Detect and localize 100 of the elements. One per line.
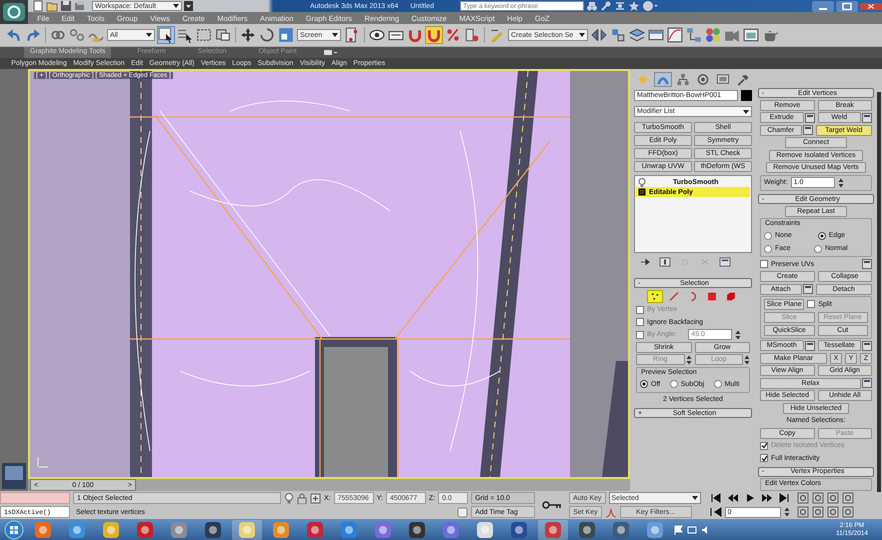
bulb-icon[interactable]	[284, 492, 294, 504]
settings-icon[interactable]	[802, 284, 812, 294]
frame-window-icon[interactable]	[743, 27, 759, 43]
radio-button[interactable]	[818, 232, 826, 240]
radio-button[interactable]	[640, 380, 648, 388]
settings-icon[interactable]	[862, 112, 872, 122]
undo-arrow-icon[interactable]	[6, 27, 22, 43]
settings-icon[interactable]	[804, 112, 814, 122]
redo-arrow-icon[interactable]	[25, 27, 41, 43]
window-crossing-icon[interactable]	[215, 27, 231, 43]
settings-icon[interactable]	[862, 259, 872, 269]
bulb-icon	[638, 178, 646, 186]
time-tag-icon[interactable]	[457, 506, 468, 518]
settings-icon[interactable]	[804, 340, 814, 350]
new-file-icon[interactable]	[32, 0, 44, 12]
move-icon[interactable]	[240, 27, 256, 43]
close-button[interactable]	[860, 0, 882, 12]
zoom-extents-icon[interactable]	[826, 492, 839, 504]
percent-snap-icon[interactable]	[445, 27, 461, 43]
pin-icon[interactable]	[638, 256, 652, 268]
taskbar-app-icon[interactable]	[232, 520, 262, 540]
radio-button[interactable]	[764, 244, 772, 252]
binoculars-icon[interactable]	[586, 0, 598, 12]
schematic-icon[interactable]	[686, 27, 702, 43]
go-to-start-icon[interactable]	[710, 492, 722, 504]
start-button[interactable]	[4, 520, 24, 540]
key-tangent-icon[interactable]	[604, 506, 617, 518]
previous-frame-icon[interactable]	[726, 492, 739, 504]
object-color-swatch[interactable]	[741, 90, 752, 101]
lock-icon[interactable]	[297, 492, 307, 504]
zoom-icon[interactable]	[796, 492, 809, 504]
settings-icon[interactable]	[862, 340, 872, 350]
zoom-all-extents-icon[interactable]	[842, 492, 854, 504]
key-icon[interactable]	[542, 500, 562, 510]
scale-icon[interactable]	[278, 27, 294, 43]
save-icon[interactable]	[60, 0, 72, 12]
curve-editor-icon[interactable]	[667, 27, 683, 43]
viewport-layout-icon[interactable]	[2, 463, 26, 489]
settings-icon[interactable]	[862, 378, 872, 388]
material-editor-icon[interactable]	[705, 27, 721, 43]
tray-flag-icon[interactable]	[674, 525, 683, 535]
angle-snap-icon[interactable]	[426, 27, 442, 43]
taskbar-app-icon[interactable]	[538, 520, 568, 540]
radio-button[interactable]	[814, 244, 822, 252]
checkbox[interactable]	[760, 260, 768, 268]
next-frame-icon[interactable]	[760, 492, 773, 504]
select-by-name-icon[interactable]	[177, 27, 193, 43]
rotate-icon[interactable]	[259, 27, 275, 43]
field-of-view-icon[interactable]	[796, 506, 809, 518]
modify-arc-icon[interactable]	[654, 72, 672, 87]
go-to-end-icon[interactable]	[778, 492, 790, 504]
transform-mode-icon[interactable]	[310, 492, 321, 504]
app-logo-icon[interactable]	[0, 0, 28, 24]
caret-icon	[743, 110, 749, 114]
align-icon[interactable]	[610, 27, 626, 43]
listener-input-field[interactable]	[0, 492, 70, 504]
radio-button[interactable]	[764, 232, 772, 240]
caret-icon	[332, 33, 338, 37]
checkbox[interactable]	[807, 300, 816, 308]
end-result-icon[interactable]	[658, 256, 672, 268]
spinner-arrows-icon[interactable]	[838, 178, 844, 188]
pan-hand-icon[interactable]	[812, 506, 824, 518]
select-arrow-icon[interactable]	[158, 27, 174, 43]
selection-rectangle-icon[interactable]	[196, 27, 212, 43]
hold-icon[interactable]	[74, 0, 86, 12]
spinner-snap-icon[interactable]	[464, 27, 480, 43]
spinner-arrows-icon[interactable]	[686, 354, 692, 364]
caret-icon	[692, 496, 698, 500]
wrench-icon[interactable]	[600, 0, 612, 12]
pivot-icon[interactable]	[344, 27, 360, 43]
star-icon[interactable]	[628, 0, 640, 12]
maximize-button[interactable]	[836, 0, 858, 12]
network-icon[interactable]	[687, 525, 697, 535]
spinner-arrows-icon[interactable]	[784, 507, 790, 517]
panel-scrollbar[interactable]	[877, 92, 881, 492]
orbit-icon[interactable]	[826, 506, 839, 518]
key-mode-icon[interactable]	[710, 506, 722, 518]
spinner-arrows-icon[interactable]	[744, 354, 750, 364]
maximize-viewport-icon[interactable]	[842, 506, 854, 518]
ribbon-icon[interactable]	[648, 27, 664, 43]
configure-icon[interactable]	[718, 256, 732, 268]
object-square-icon	[638, 188, 646, 196]
ribbon-toggle-icon[interactable]	[322, 47, 337, 58]
caret-icon	[173, 4, 179, 8]
checkbox[interactable]	[636, 318, 644, 326]
minimize-button[interactable]	[812, 0, 834, 12]
named-selection-icon[interactable]	[489, 27, 505, 43]
checkbox[interactable]	[760, 454, 768, 462]
mirror-icon[interactable]	[591, 27, 607, 43]
manipulate-icon[interactable]	[369, 27, 385, 43]
spinner-arrows-icon[interactable]	[735, 330, 742, 340]
vertex-dots-icon[interactable]	[647, 290, 663, 302]
radio-button[interactable]	[714, 380, 722, 388]
settings-icon[interactable]	[802, 125, 812, 135]
radio-button[interactable]	[670, 380, 678, 388]
zoom-all-icon[interactable]	[812, 492, 824, 504]
layer-icon[interactable]	[629, 27, 645, 43]
unlink-chain-icon[interactable]	[69, 27, 85, 43]
help-icon[interactable]	[642, 0, 658, 12]
axis-tripod-icon	[36, 455, 50, 469]
